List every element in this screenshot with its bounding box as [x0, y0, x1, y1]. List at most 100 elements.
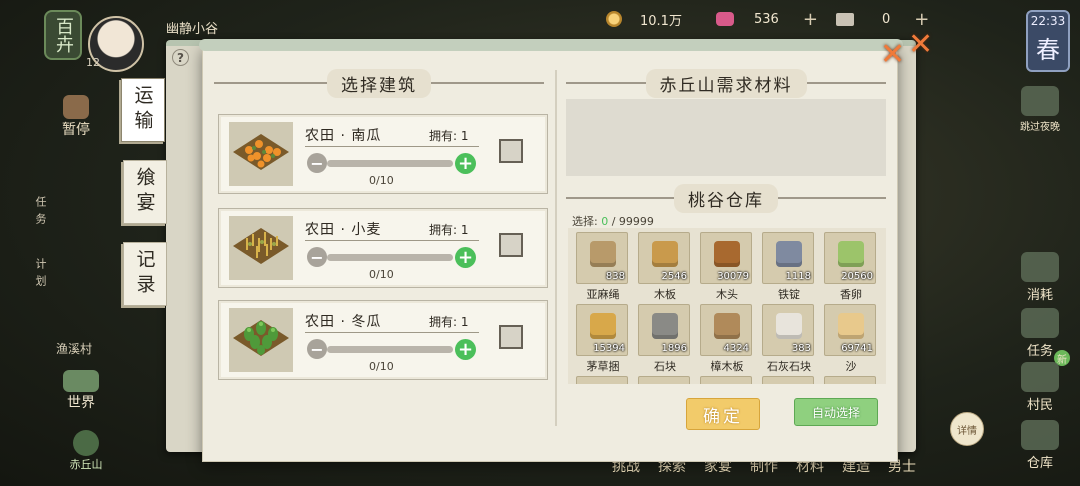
- coin-amount: 10.1万: [640, 13, 682, 29]
- material-name: 樟木板: [710, 360, 744, 373]
- required-materials-header: 赤丘山需求材料: [566, 68, 886, 98]
- auto-select-button[interactable]: 自动选择: [794, 398, 878, 426]
- material-slot[interactable]: 383 石灰石块: [762, 304, 814, 373]
- selection-counter: 选择: 0 / 99999: [572, 213, 654, 229]
- building-name: 农田 · 小麦: [305, 222, 382, 238]
- decrease-button[interactable]: −: [307, 339, 327, 359]
- material-slot[interactable]: 30079 木头: [700, 232, 752, 301]
- material-icon: [714, 241, 740, 267]
- skip-night-button[interactable]: 跳过夜晚: [1008, 86, 1072, 134]
- material-name: 石块: [654, 360, 676, 373]
- material-icon: [714, 313, 740, 339]
- villager-icon: [1021, 362, 1059, 392]
- selection-prefix: 选择:: [572, 215, 598, 228]
- gem-amount: 536: [754, 11, 779, 27]
- season-badge[interactable]: 百卉: [44, 10, 82, 60]
- skip-night-label: 跳过夜晚: [1020, 122, 1060, 133]
- quantity-slider[interactable]: [327, 160, 453, 167]
- quest-button[interactable]: 任务 新: [1008, 308, 1072, 366]
- material-slot[interactable]: 838 亚麻绳: [576, 232, 628, 301]
- clock-panel: 22:33 春: [1026, 10, 1070, 72]
- quantity-slider[interactable]: [327, 254, 453, 261]
- material-slot[interactable]: [762, 376, 814, 384]
- material-name: 沙: [845, 360, 857, 373]
- material-slot[interactable]: [576, 376, 628, 384]
- gem-counter: 536 +: [716, 8, 818, 30]
- material-slot[interactable]: 1118 铁锭: [762, 232, 814, 301]
- material-slot[interactable]: 20560 香卵: [824, 232, 876, 301]
- card-rule: [305, 332, 479, 333]
- confirm-button[interactable]: 确定: [686, 398, 760, 430]
- building-name: 农田 · 南瓜: [305, 128, 382, 144]
- coin-counter: 10.1万: [606, 8, 682, 30]
- fishing-village-label[interactable]: 渔溪村: [56, 340, 92, 357]
- warehouse-icon: [1021, 420, 1059, 450]
- consume-button[interactable]: 消耗: [1008, 252, 1072, 303]
- quantity-slider[interactable]: [327, 346, 453, 353]
- consume-icon: [1021, 252, 1059, 282]
- home-label: 赤丘山: [69, 458, 103, 471]
- detail-button[interactable]: 详情: [950, 412, 984, 446]
- building-card[interactable]: 农田 · 冬瓜 拥有: 1 − + 0/10: [218, 300, 548, 380]
- quantity-count: 0/10: [369, 360, 394, 373]
- material-slot[interactable]: 1896 石块: [638, 304, 690, 373]
- pause-button[interactable]: 暂停: [58, 95, 94, 139]
- plan-side-label[interactable]: 计划: [32, 258, 48, 292]
- add-gems-button[interactable]: +: [803, 9, 818, 30]
- select-checkbox[interactable]: [499, 325, 523, 349]
- tab-transport[interactable]: 运输: [121, 78, 165, 142]
- world-label: 世界: [67, 395, 95, 411]
- quantity-count: 0/10: [369, 174, 394, 187]
- material-icon: [590, 313, 616, 339]
- material-icon: [652, 313, 678, 339]
- tab-feast[interactable]: 飨宴: [123, 160, 167, 224]
- building-card[interactable]: 农田 · 小麦 拥有: 1 − + 0/10: [218, 208, 548, 288]
- scroll-icon: [1021, 308, 1059, 338]
- villager-button[interactable]: 村民: [1008, 362, 1072, 413]
- decrease-button[interactable]: −: [307, 153, 327, 173]
- material-quantity: 1896: [661, 343, 687, 354]
- select-checkbox[interactable]: [499, 139, 523, 163]
- material-name: 木板: [654, 288, 676, 301]
- world-button[interactable]: 世界: [58, 370, 104, 412]
- home-icon: [73, 430, 99, 456]
- close-button[interactable]: ✕ ✕: [878, 30, 938, 70]
- task-side-label[interactable]: 任务: [32, 196, 48, 230]
- material-slot[interactable]: 2546 木板: [638, 232, 690, 301]
- material-slot[interactable]: [700, 376, 752, 384]
- material-name: 香卵: [840, 288, 862, 301]
- panel-divider: [555, 70, 557, 426]
- material-slot[interactable]: 4324 樟木板: [700, 304, 752, 373]
- home-location-button[interactable]: 赤丘山: [62, 430, 110, 472]
- material-quantity: 2546: [661, 271, 687, 282]
- world-icon: [63, 370, 99, 392]
- select-checkbox[interactable]: [499, 233, 523, 257]
- warehouse-button[interactable]: 仓库: [1008, 420, 1072, 471]
- material-quantity: 15394: [593, 343, 625, 354]
- material-slot[interactable]: 15394 茅草捆: [576, 304, 628, 373]
- increase-button[interactable]: +: [455, 153, 476, 174]
- material-slot[interactable]: 69741 沙: [824, 304, 876, 373]
- help-icon[interactable]: ?: [172, 49, 189, 66]
- decrease-button[interactable]: −: [307, 247, 327, 267]
- building-card[interactable]: 农田 · 南瓜 拥有: 1 − + 0/10: [218, 114, 548, 194]
- ticket-amount: 0: [882, 11, 891, 27]
- moon-icon: [1021, 86, 1059, 116]
- pause-label: 暂停: [62, 122, 90, 138]
- increase-button[interactable]: +: [455, 247, 476, 268]
- material-name: 亚麻绳: [586, 288, 620, 301]
- warehouse-header: 桃谷仓库: [566, 183, 886, 213]
- building-name: 农田 · 冬瓜: [305, 314, 382, 330]
- player-level: 12: [86, 56, 100, 69]
- close-icon: ✕: [880, 37, 906, 72]
- material-slot[interactable]: [638, 376, 690, 384]
- material-name: 铁锭: [778, 288, 800, 301]
- coin-icon: [606, 11, 622, 27]
- warehouse-title: 桃谷仓库: [674, 183, 778, 213]
- material-slot[interactable]: [824, 376, 876, 384]
- required-materials-title: 赤丘山需求材料: [645, 68, 807, 98]
- tab-records[interactable]: 记录: [123, 242, 167, 306]
- increase-button[interactable]: +: [455, 339, 476, 360]
- material-icon: [590, 241, 616, 267]
- quantity-count: 0/10: [369, 268, 394, 281]
